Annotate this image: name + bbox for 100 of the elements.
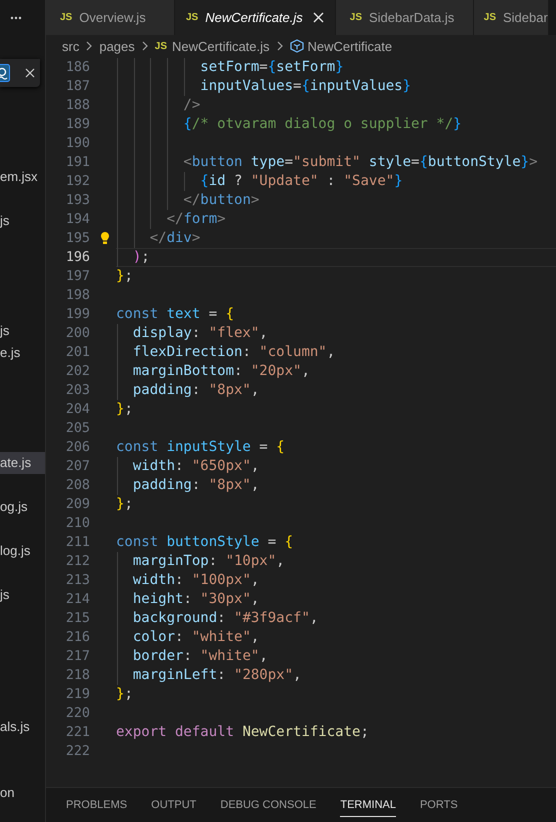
line-number: 193 xyxy=(64,192,90,210)
file-item[interactable]: log.js xyxy=(0,540,45,562)
code-line: const text = { xyxy=(116,306,234,322)
code-line: marginBottom: "20px", xyxy=(132,363,310,379)
file-item[interactable]: e.js xyxy=(0,342,45,364)
file-item[interactable]: js xyxy=(0,210,45,232)
file-type-label: JS xyxy=(484,12,496,23)
code-line: /> xyxy=(182,97,200,113)
code-line: {/* otvaram dialog o supplier */} xyxy=(182,116,462,132)
code-line: background: "#3f9acf", xyxy=(132,610,318,626)
breadcrumb-item[interactable]: pages xyxy=(99,38,135,54)
line-number: 195 xyxy=(64,230,90,248)
line-number: 205 xyxy=(64,420,90,438)
line-number: 210 xyxy=(64,515,90,533)
panel-tab[interactable]: DEBUG CONSOLE xyxy=(220,793,316,817)
code-line: padding: "8px", xyxy=(132,477,260,493)
code-line: }; xyxy=(116,496,133,512)
chevron-icon xyxy=(86,41,92,51)
code-line: ); xyxy=(132,249,150,265)
code-line: </div> xyxy=(148,230,200,246)
line-number: 222 xyxy=(64,743,90,761)
breadcrumb-item[interactable]: NewCertificate xyxy=(308,38,392,54)
line-number: 188 xyxy=(64,97,90,115)
line-number: 212 xyxy=(64,553,90,571)
line-number: 186 xyxy=(64,59,90,77)
code-line: const inputStyle = { xyxy=(116,439,285,455)
editor-tab[interactable]: JS Overview.js xyxy=(46,0,175,35)
lightbulb-icon[interactable] xyxy=(100,231,110,245)
line-number: 219 xyxy=(64,686,90,704)
line-number: 194 xyxy=(64,211,90,229)
code-line: </button> xyxy=(182,192,260,208)
file-item[interactable]: js xyxy=(0,320,45,342)
editor-tab[interactable]: JS SidebarData.js xyxy=(336,0,474,35)
breadcrumb-item[interactable]: src xyxy=(62,38,80,54)
line-number: 202 xyxy=(64,363,90,381)
line-number: 214 xyxy=(64,591,90,609)
panel-tab[interactable]: OUTPUT xyxy=(151,793,196,817)
line-number: 201 xyxy=(64,344,90,362)
panel-tab[interactable]: TERMINAL xyxy=(340,793,396,817)
tab-label: NewCertificate.js xyxy=(205,10,303,25)
editor-tab[interactable]: JS Sidebar xyxy=(474,0,549,35)
code-line: color: "white", xyxy=(132,629,260,645)
code-line: inputValues={inputValues} xyxy=(199,78,412,94)
panel-tab[interactable]: PROBLEMS xyxy=(66,793,128,817)
code-line: display: "flex", xyxy=(132,325,268,341)
line-number: 200 xyxy=(64,325,90,343)
symbol-icon xyxy=(290,39,304,53)
line-number: 203 xyxy=(64,382,90,400)
code-line: marginTop: "10px", xyxy=(132,553,285,569)
code-line: }; xyxy=(116,401,133,417)
editor-tab[interactable]: JS NewCertificate.js xyxy=(175,0,336,35)
line-number: 213 xyxy=(64,572,90,590)
line-number: 217 xyxy=(64,648,90,666)
file-type-label: JS xyxy=(60,12,72,23)
code-line: setForm={setForm} xyxy=(199,59,344,75)
line-number: 187 xyxy=(64,78,90,96)
file-type-label: JS xyxy=(350,12,362,23)
line-number: 206 xyxy=(64,439,90,457)
panel-tab[interactable]: PORTS xyxy=(420,793,458,817)
code-line: export default NewCertificate; xyxy=(116,724,369,740)
code-line: height: "30px", xyxy=(132,591,260,607)
code-line: {id ? "Update" : "Save"} xyxy=(199,173,403,189)
tab-label: Sidebar xyxy=(503,10,548,25)
line-number: 216 xyxy=(64,629,90,647)
tab-label: Overview.js xyxy=(79,10,146,25)
line-number: 211 xyxy=(64,534,90,552)
file-item[interactable]: em.jsx xyxy=(0,166,45,188)
file-item[interactable]: og.js xyxy=(0,496,45,518)
line-number: 189 xyxy=(64,116,90,134)
code-line: }; xyxy=(116,686,133,702)
file-type-label: JS xyxy=(154,40,167,52)
breadcrumb-item[interactable]: NewCertificate.js xyxy=(172,38,270,54)
line-number: 191 xyxy=(64,154,90,172)
line-number: 197 xyxy=(64,268,90,286)
more-icon[interactable] xyxy=(10,16,22,20)
line-number: 198 xyxy=(64,287,90,305)
file-item[interactable]: als.js xyxy=(0,716,45,738)
line-number: 199 xyxy=(64,306,90,324)
line-number: 220 xyxy=(64,705,90,723)
line-number: 218 xyxy=(64,667,90,685)
line-number: 207 xyxy=(64,458,90,476)
file-item[interactable]: on xyxy=(0,782,45,804)
code-line: flexDirection: "column", xyxy=(132,344,336,360)
code-line: const buttonStyle = { xyxy=(116,534,294,550)
line-number: 215 xyxy=(64,610,90,628)
file-item[interactable]: js xyxy=(0,584,45,606)
chevron-icon xyxy=(276,41,283,51)
file-item[interactable]: ate.js xyxy=(0,452,45,474)
code-line: width: "100px", xyxy=(132,572,260,588)
line-number: 209 xyxy=(64,496,90,514)
code-line: </form> xyxy=(166,211,226,227)
file-type-label: JS xyxy=(186,12,198,23)
search-icon[interactable] xyxy=(0,64,10,82)
code-line: <button type="submit" style={buttonStyle}> xyxy=(182,154,538,170)
line-number: 190 xyxy=(64,135,90,153)
code-line: padding: "8px", xyxy=(132,382,260,398)
code-line: border: "white", xyxy=(132,648,268,664)
close-icon[interactable] xyxy=(25,68,35,78)
line-number: 196 xyxy=(64,249,90,267)
close-icon[interactable] xyxy=(312,12,324,23)
